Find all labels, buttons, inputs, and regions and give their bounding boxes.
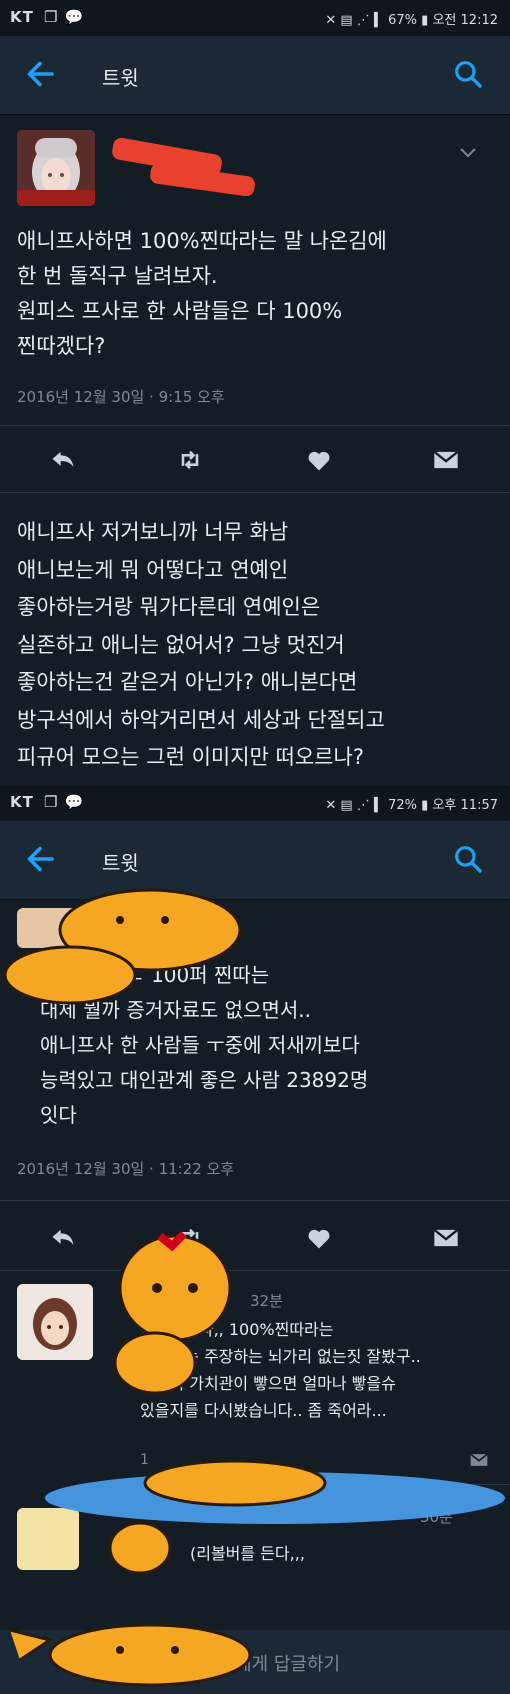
time-label: 오후 11:57 (432, 798, 498, 813)
sticker-character (9, 1623, 252, 1687)
reply-icon[interactable] (48, 1224, 78, 1252)
search-icon[interactable] (452, 843, 484, 875)
divider (0, 425, 510, 426)
status-right: ✕ ▤ ⋰ ▍ 67% ▮ 오전 12:12 (325, 9, 498, 28)
page-title: 트윗 (102, 851, 139, 875)
carrier-label: KT (10, 793, 34, 811)
status-bar: KT ❐ 💬 ✕ ▤ ⋰ ▍ 72% ▮ 오후 11:57 (0, 785, 510, 821)
divider (0, 1270, 510, 1271)
notification-icons: ❐ 💬 (44, 8, 85, 26)
back-arrow-icon[interactable] (22, 56, 58, 92)
chevron-down-icon[interactable] (458, 146, 478, 160)
battery-label: 72% (388, 798, 418, 813)
top-toolbar: 트윗 (0, 36, 510, 115)
message-icon[interactable] (431, 446, 461, 474)
reply-tweet-text: 애니프사 저거보니까 너무 화남 애니보는게 뭐 어떻다고 연예인 좋아하는거랑… (17, 520, 385, 769)
battery-icon: ▮ (421, 13, 429, 28)
search-icon[interactable] (452, 58, 484, 90)
reply-icon[interactable] (48, 446, 78, 474)
notification-icons: ❐ 💬 (44, 793, 85, 811)
reply-time: 32분 (250, 1292, 283, 1310)
tweet-actions (0, 1208, 510, 1268)
battery-icon: ▮ (421, 798, 429, 813)
back-arrow-icon[interactable] (22, 841, 58, 877)
tweet-actions (0, 430, 510, 490)
avatar-image (17, 1284, 93, 1360)
like-icon[interactable] (304, 446, 334, 474)
divider (0, 1200, 510, 1201)
like-icon[interactable] (304, 1224, 334, 1252)
avatar[interactable] (17, 1284, 93, 1360)
tweet-timestamp: 2016년 12월 30일 · 9:15 오후 (17, 388, 225, 406)
sticker-character (45, 1459, 505, 1575)
sticker-character (3, 888, 242, 1005)
battery-label: 67% (388, 13, 418, 28)
sticker-character (113, 1231, 232, 1395)
signal-icon: ✕ ▤ ⋰ ▍ (325, 798, 384, 813)
status-bar: KT ❐ 💬 ✕ ▤ ⋰ ▍ 67% ▮ 오전 12:12 (0, 0, 510, 36)
carrier-label: KT (10, 8, 34, 26)
status-right: ✕ ▤ ⋰ ▍ 72% ▮ 오후 11:57 (325, 794, 498, 813)
tweet-timestamp: 2016년 12월 30일 · 11:22 오후 (17, 1160, 235, 1178)
tweet-text: 애니프사하면 100%찐따라는 말 나온김에 한 번 돌직구 날려보자. 원피스… (17, 229, 387, 358)
retweet-icon[interactable] (175, 446, 205, 474)
avatar-image (17, 130, 95, 206)
signal-icon: ✕ ▤ ⋰ ▍ (325, 13, 384, 28)
divider (0, 492, 510, 493)
time-label: 오전 12:12 (432, 13, 498, 28)
page-title: 트윗 (102, 66, 139, 90)
avatar[interactable] (17, 130, 95, 206)
message-icon[interactable] (431, 1224, 461, 1252)
